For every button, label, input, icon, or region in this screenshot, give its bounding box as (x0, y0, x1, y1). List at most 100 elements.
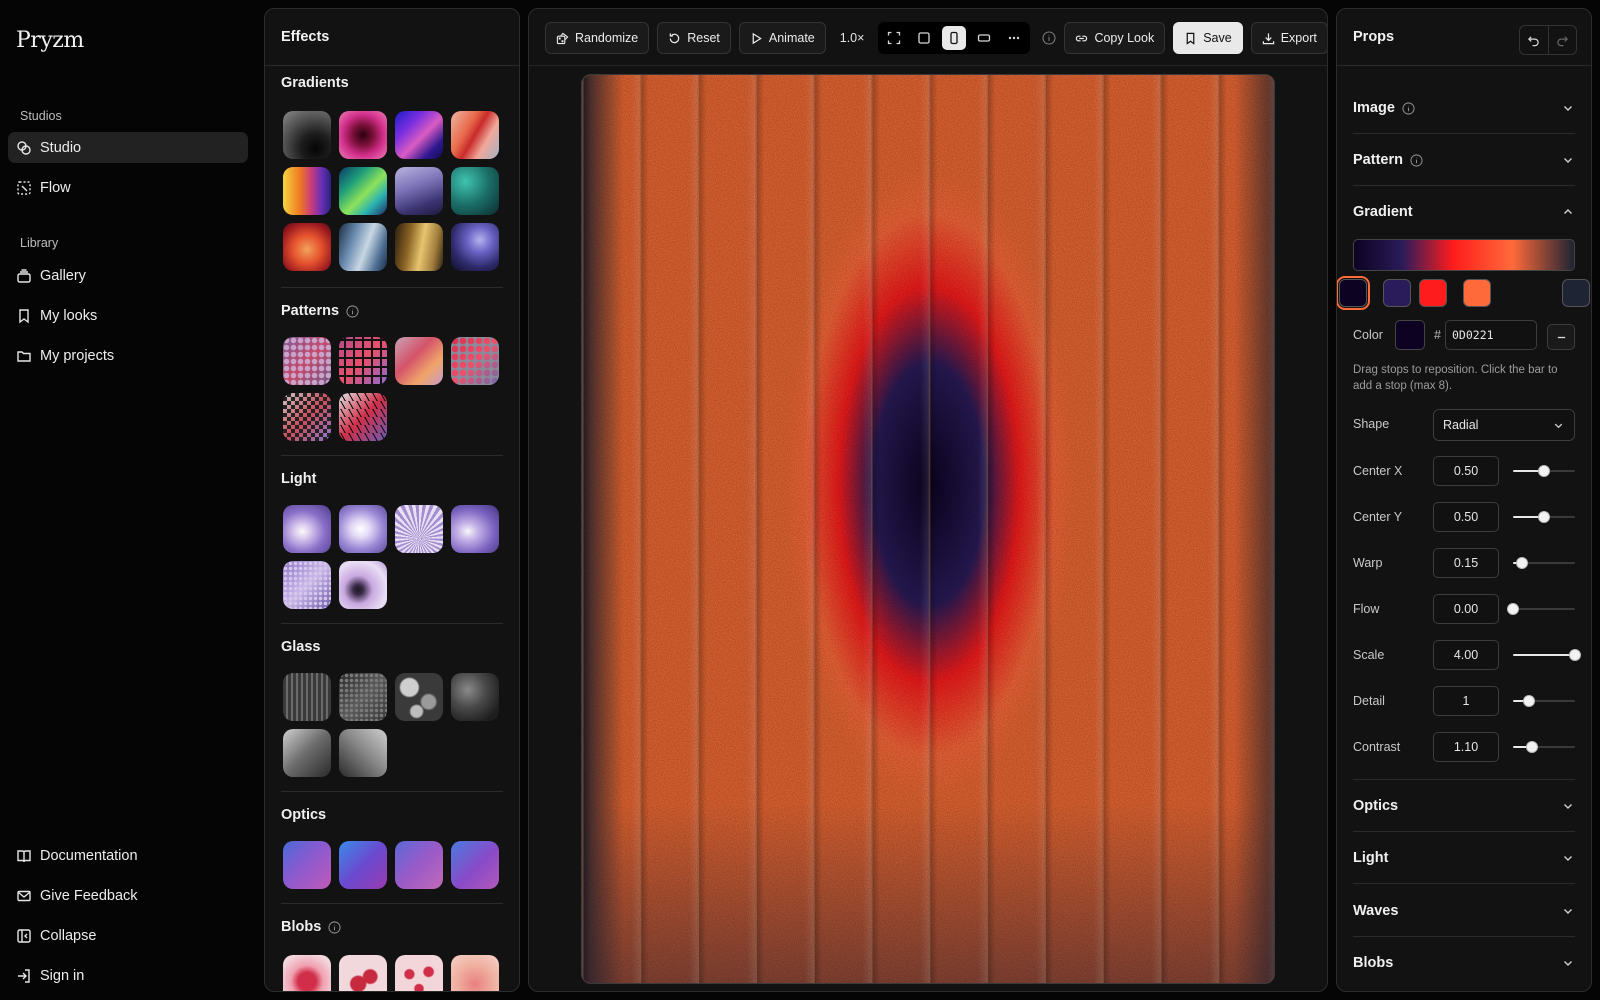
effect-thumb[interactable] (283, 505, 331, 553)
effect-thumb[interactable] (283, 841, 331, 889)
remove-stop-button[interactable] (1547, 324, 1575, 350)
effect-thumb[interactable] (451, 505, 499, 553)
sidebar-item-sign-in[interactable]: Sign in (8, 960, 248, 991)
effect-thumb[interactable] (283, 223, 331, 271)
sidebar-item-documentation[interactable]: Documentation (8, 840, 248, 871)
effect-thumb[interactable] (395, 223, 443, 271)
effect-thumb[interactable] (283, 393, 331, 441)
effect-thumb[interactable] (339, 955, 387, 991)
param-value-input[interactable]: 0.50 (1433, 502, 1499, 532)
effect-thumb[interactable] (339, 167, 387, 215)
effect-thumb[interactable] (339, 729, 387, 777)
effect-thumb[interactable] (395, 841, 443, 889)
gradient-stop[interactable] (1463, 279, 1491, 307)
gradient-stop[interactable] (1419, 279, 1447, 307)
view-more-button[interactable] (1002, 26, 1026, 50)
effect-thumb[interactable] (339, 505, 387, 553)
effect-thumb[interactable] (451, 337, 499, 385)
info-icon[interactable] (1042, 31, 1056, 45)
redo-button[interactable] (1547, 26, 1577, 54)
effect-thumb[interactable] (339, 393, 387, 441)
info-icon[interactable] (1402, 101, 1415, 115)
view-square-button[interactable] (912, 26, 936, 50)
zoom-level[interactable]: 1.0× (834, 31, 871, 45)
param-slider[interactable] (1513, 648, 1581, 662)
color-swatch[interactable] (1395, 320, 1425, 350)
slider-knob[interactable] (1516, 557, 1529, 569)
hex-color-input[interactable]: 0D0221 (1445, 320, 1537, 350)
param-slider[interactable] (1507, 602, 1575, 616)
shape-select[interactable]: Radial (1433, 409, 1575, 441)
effect-thumb[interactable] (339, 111, 387, 159)
slider-knob[interactable] (1538, 465, 1550, 477)
param-value-input[interactable]: 0.15 (1433, 548, 1499, 578)
effect-thumb[interactable] (339, 337, 387, 385)
param-value-input[interactable]: 1 (1433, 686, 1499, 716)
props-section-blobs[interactable]: Blobs (1353, 953, 1575, 973)
props-section-optics[interactable]: Optics (1353, 796, 1575, 816)
param-slider[interactable] (1513, 556, 1575, 570)
reset-button[interactable]: Reset (657, 22, 731, 54)
effect-thumb[interactable] (451, 223, 499, 271)
slider-knob[interactable] (1569, 649, 1581, 661)
sidebar-item-my-projects[interactable]: My projects (8, 340, 248, 371)
slider-knob[interactable] (1538, 511, 1550, 523)
sidebar-item-collapse[interactable]: Collapse (8, 920, 248, 951)
effect-thumb[interactable] (395, 673, 443, 721)
effect-thumb[interactable] (395, 337, 443, 385)
effect-thumb[interactable] (283, 561, 331, 609)
gradient-stop[interactable] (1562, 279, 1590, 307)
param-value-input[interactable]: 0.00 (1433, 594, 1499, 624)
effect-thumb[interactable] (283, 729, 331, 777)
undo-button[interactable] (1520, 26, 1548, 54)
effect-thumb[interactable] (451, 955, 499, 991)
gradient-stop[interactable] (1337, 276, 1370, 310)
slider-knob[interactable] (1507, 603, 1519, 615)
param-value-input[interactable]: 4.00 (1433, 640, 1499, 670)
param-slider[interactable] (1513, 464, 1575, 478)
sidebar-item-my-looks[interactable]: My looks (8, 300, 248, 331)
slider-knob[interactable] (1525, 741, 1538, 753)
param-value-input[interactable]: 1.10 (1433, 732, 1499, 762)
effect-thumb[interactable] (283, 955, 331, 991)
info-icon[interactable] (1410, 153, 1423, 167)
gradient-stop[interactable] (1383, 279, 1411, 307)
view-landscape-button[interactable] (972, 26, 996, 50)
effect-thumb[interactable] (283, 673, 331, 721)
randomize-button[interactable]: Randomize (545, 22, 650, 54)
export-button[interactable]: Export (1250, 22, 1327, 54)
effect-thumb[interactable] (339, 673, 387, 721)
info-icon[interactable] (328, 920, 341, 934)
app-logo[interactable]: Pryzm (16, 28, 84, 53)
effect-thumb[interactable] (395, 505, 443, 553)
save-button[interactable]: Save (1173, 22, 1243, 54)
param-value-input[interactable]: 0.50 (1433, 456, 1499, 486)
sidebar-item-studio[interactable]: Studio (8, 132, 248, 163)
effect-thumb[interactable] (339, 841, 387, 889)
param-slider[interactable] (1513, 510, 1575, 524)
effect-thumb[interactable] (451, 673, 499, 721)
effect-thumb[interactable] (283, 337, 331, 385)
effect-thumb[interactable] (451, 841, 499, 889)
gradient-bar[interactable] (1353, 239, 1575, 271)
param-slider[interactable] (1513, 740, 1575, 754)
artboard-canvas[interactable] (581, 74, 1275, 984)
props-section-light[interactable]: Light (1353, 848, 1575, 868)
props-section-image[interactable]: Image (1353, 98, 1575, 118)
effect-thumb[interactable] (451, 167, 499, 215)
effect-thumb[interactable] (451, 111, 499, 159)
effect-thumb[interactable] (339, 561, 387, 609)
animate-button[interactable]: Animate (738, 22, 826, 54)
info-icon[interactable] (346, 304, 359, 318)
props-section-pattern[interactable]: Pattern (1353, 150, 1575, 170)
param-slider[interactable] (1513, 694, 1575, 708)
sidebar-item-gallery[interactable]: Gallery (8, 260, 248, 291)
copy-look-button[interactable]: Copy Look (1064, 22, 1166, 54)
effect-thumb[interactable] (395, 167, 443, 215)
effect-thumb[interactable] (283, 167, 331, 215)
props-section-gradient[interactable]: Gradient (1353, 202, 1575, 222)
effect-thumb[interactable] (395, 111, 443, 159)
effect-thumb[interactable] (283, 111, 331, 159)
effect-thumb[interactable] (339, 223, 387, 271)
view-fullscreen-button[interactable] (882, 26, 906, 50)
